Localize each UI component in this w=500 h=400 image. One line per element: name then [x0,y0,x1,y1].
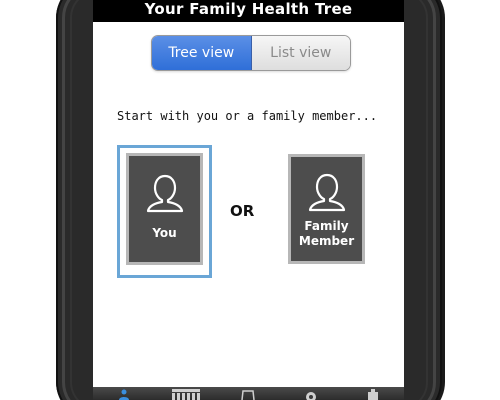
family-member-label: Family Member [298,219,355,248]
person-icon [146,174,183,213]
app-title: Your Family Health Tree [144,0,353,18]
tab-bag[interactable] [233,387,263,400]
family-member-card[interactable]: Family Member [288,154,365,264]
tab-more[interactable] [358,387,388,400]
start-prompt: Start with you or a family member... [117,109,378,123]
bag-icon [241,390,256,400]
person-icon [119,389,130,400]
person-icon [308,173,345,212]
list-view-button[interactable]: List view [251,36,350,70]
gear-icon [305,392,316,400]
you-card[interactable]: You [126,153,203,265]
or-label: OR [230,202,255,220]
more-icon [367,389,378,400]
tab-bar [93,387,404,400]
view-toggle: Tree view List view [151,35,351,71]
calendar-grid-icon [172,389,201,400]
tab-person[interactable] [109,387,139,400]
title-bar: Your Family Health Tree [93,0,404,22]
tab-settings[interactable] [296,387,326,400]
you-label: You [152,226,177,240]
tab-calendar[interactable] [171,387,201,400]
tree-view-button[interactable]: Tree view [152,36,252,70]
stage: Your Family Health Tree Tree view List v… [0,0,500,400]
app-screen: Your Family Health Tree Tree view List v… [93,0,404,400]
